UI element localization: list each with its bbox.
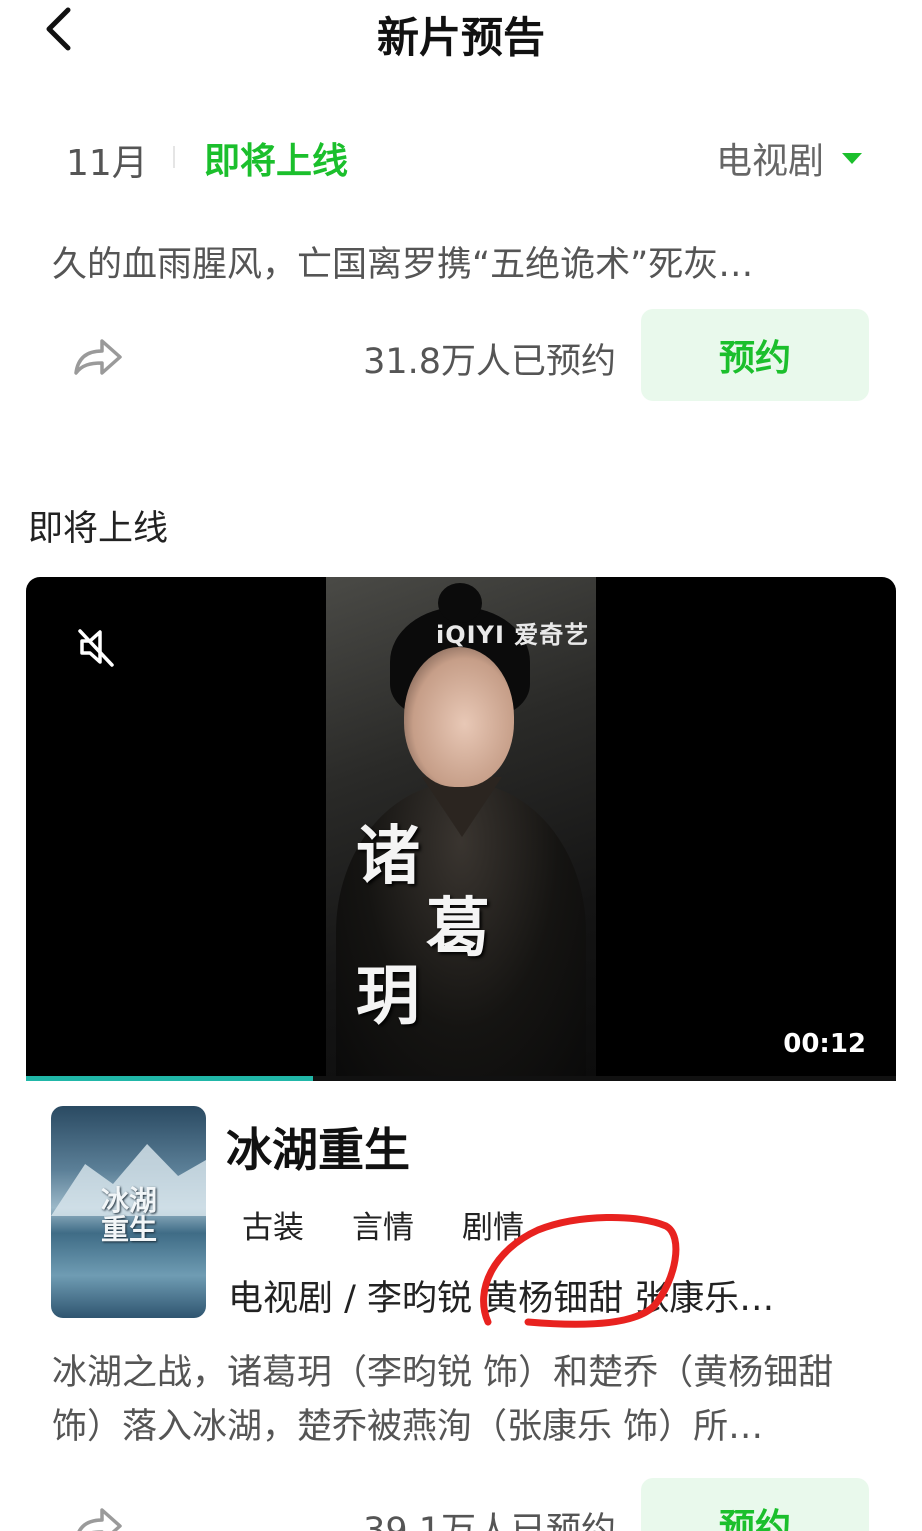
video-frame: iQIYI 爱奇艺 诸葛玥: [326, 577, 596, 1081]
show-meta: 电视剧 / 李昀锐 黄杨钿甜 张康乐…: [228, 1279, 775, 1319]
mute-button[interactable]: [74, 625, 118, 669]
video-player[interactable]: iQIYI 爱奇艺 诸葛玥 00:12: [26, 577, 896, 1081]
share-button[interactable]: [70, 327, 126, 383]
video-duration: 00:12: [783, 1029, 866, 1059]
filter-row: 11月 即将上线 电视剧: [0, 130, 922, 186]
category-dropdown[interactable]: 电视剧: [716, 132, 862, 184]
show-title[interactable]: 冰湖重生: [226, 1114, 410, 1180]
genre-tag: 剧情: [462, 1210, 524, 1246]
prev-show-description: 久的血雨腥风，亡国离罗携“五绝诡术”死灰…: [52, 245, 754, 285]
page-title: 新片预告: [376, 13, 545, 62]
speaker-muted-icon: [78, 629, 114, 667]
show-cover-image[interactable]: 冰湖重生: [51, 1106, 206, 1318]
video-progress-fill: [26, 1076, 314, 1081]
prev-action-row: 31.8万人已预约 预约: [0, 309, 922, 401]
share-arrow-icon: [77, 1508, 122, 1531]
genre-tags: 古装 言情 剧情: [242, 1202, 524, 1247]
reserve-button[interactable]: 预约: [641, 1478, 869, 1531]
show-description: 冰湖之战，诸葛玥（李昀锐 饰）和楚乔（黄杨钿甜饰）落入冰湖，楚乔被燕洵（张康乐 …: [52, 1353, 834, 1447]
cover-title-art: 冰湖重生: [101, 1184, 158, 1247]
show-action-row: 39.1万人已预约 预约: [0, 1478, 922, 1531]
figure-face: [404, 647, 514, 787]
section-title: 即将上线: [28, 509, 169, 549]
genre-tag: 言情: [352, 1210, 414, 1246]
share-arrow-icon: [74, 339, 122, 375]
iqiyi-logo: iQIYI 爱奇艺: [436, 621, 590, 649]
genre-tag: 古装: [242, 1210, 304, 1246]
tab-upcoming[interactable]: 即将上线: [204, 132, 348, 184]
caret-down-icon: [842, 152, 862, 164]
character-name-glyph: 玥: [356, 959, 420, 1034]
character-name-glyph: 葛: [426, 891, 490, 966]
video-progress-track[interactable]: [26, 1076, 896, 1081]
reserve-count: 39.1万人已预约: [363, 1511, 616, 1531]
character-name-glyph: 诸: [356, 819, 420, 894]
reserve-button[interactable]: 预约: [641, 309, 869, 401]
month-tab[interactable]: 11月: [66, 134, 148, 186]
category-label: 电视剧: [715, 141, 824, 182]
divider: [173, 146, 175, 168]
share-button[interactable]: [70, 1496, 126, 1531]
top-bar: 新片预告: [0, 0, 922, 62]
reserve-count: 31.8万人已预约: [363, 342, 616, 382]
